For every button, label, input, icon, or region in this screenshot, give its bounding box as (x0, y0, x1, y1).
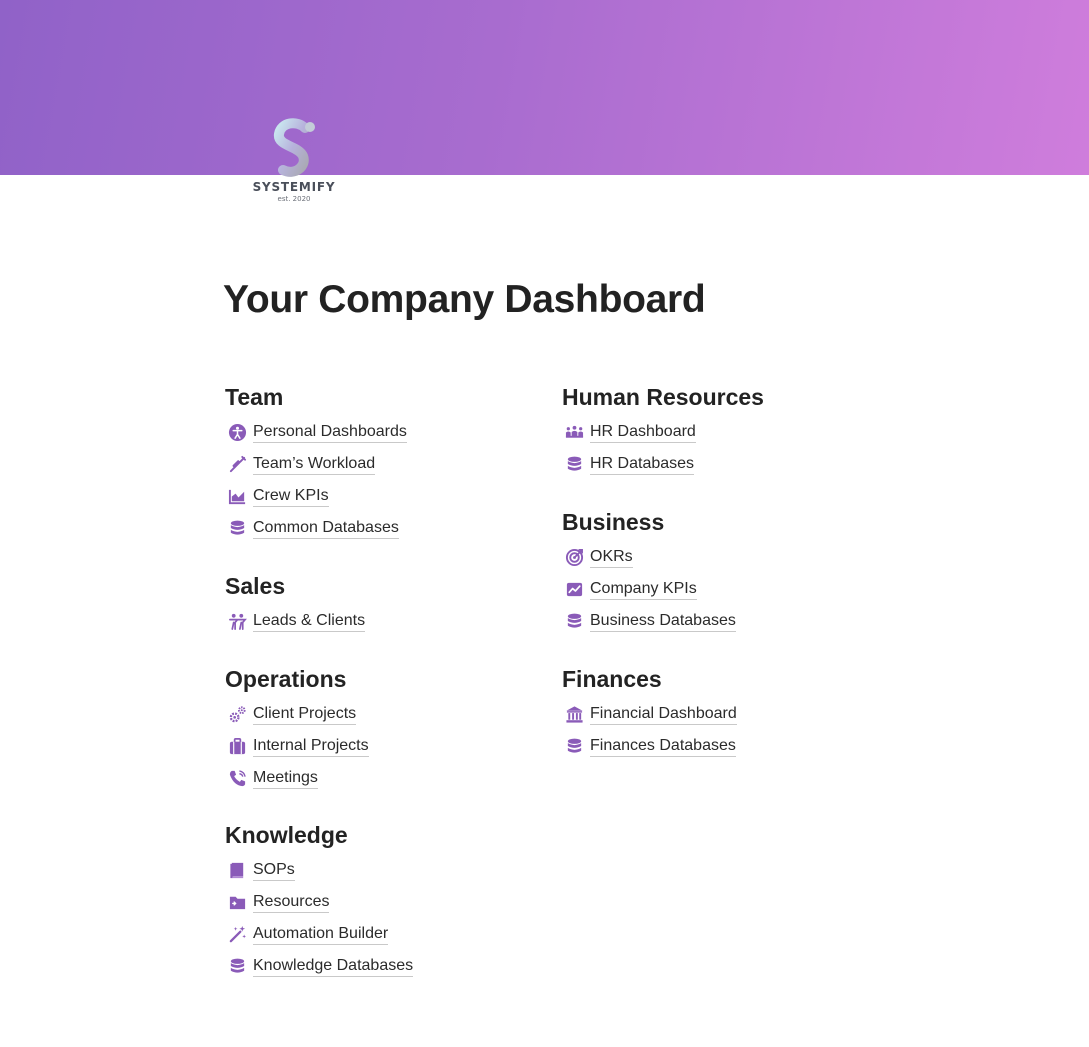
target-icon (562, 545, 586, 569)
brand-name: SYSTEMIFY (252, 180, 336, 194)
business-link-list: OKRs Company KPIs Business Databases (562, 541, 882, 637)
section-title-team: Team (225, 384, 284, 410)
link-company-kpis[interactable]: Company KPIs (562, 573, 882, 605)
syringe-icon (225, 452, 249, 476)
folder-icon (225, 890, 249, 914)
link-label[interactable]: Crew KPIs (253, 486, 329, 507)
section-title-knowledge: Knowledge (225, 822, 348, 848)
link-client-projects[interactable]: Client Projects (225, 698, 545, 730)
link-personal-dashboards[interactable]: Personal Dashboards (225, 416, 545, 448)
link-hr-dashboard[interactable]: HR Dashboard (562, 416, 882, 448)
database-icon (225, 954, 249, 978)
link-business-databases[interactable]: Business Databases (562, 605, 882, 637)
link-label[interactable]: Financial Dashboard (590, 704, 737, 725)
section-human-resources: Human Resources HR Dashboard HR Database… (562, 382, 882, 480)
line-chart-icon (562, 577, 586, 601)
section-title-human-resources: Human Resources (562, 384, 764, 410)
link-label[interactable]: Meetings (253, 768, 318, 789)
bank-icon (562, 702, 586, 726)
link-label[interactable]: HR Databases (590, 454, 695, 475)
link-common-databases[interactable]: Common Databases (225, 512, 545, 544)
link-label[interactable]: Client Projects (253, 704, 357, 725)
link-knowledge-databases[interactable]: Knowledge Databases (225, 950, 545, 982)
database-icon (562, 609, 586, 633)
link-label[interactable]: Business Databases (590, 611, 736, 632)
sales-link-list: Leads & Clients (225, 605, 545, 637)
link-label[interactable]: Leads & Clients (253, 611, 366, 632)
database-icon (562, 734, 586, 758)
section-title-sales: Sales (225, 573, 286, 599)
link-label[interactable]: SOPs (253, 860, 295, 881)
team-link-list: Personal Dashboards Team’s Workload Crew… (225, 416, 545, 544)
cover-banner (0, 0, 1089, 175)
link-label[interactable]: Finances Databases (590, 736, 736, 757)
link-resources[interactable]: Resources (225, 886, 545, 918)
section-sales: Sales Leads & Clients (225, 571, 545, 637)
link-label[interactable]: Knowledge Databases (253, 956, 414, 977)
magic-wand-icon (225, 922, 249, 946)
knowledge-link-list: SOPs Resources Automation Builder Knowle… (225, 854, 545, 982)
section-title-business: Business (562, 509, 665, 535)
section-title-finances: Finances (562, 666, 662, 692)
briefcase-icon (225, 734, 249, 758)
company-logo: SYSTEMIFY est. 2020 (248, 118, 340, 210)
area-chart-icon (225, 484, 249, 508)
link-okrs[interactable]: OKRs (562, 541, 882, 573)
finances-link-list: Financial Dashboard Finances Databases (562, 698, 882, 762)
database-icon (562, 452, 586, 476)
section-title-operations: Operations (225, 666, 347, 692)
section-team: Team Personal Dashboards Team’s Workload… (225, 382, 545, 544)
accessibility-icon (225, 420, 249, 444)
link-label[interactable]: Internal Projects (253, 736, 369, 757)
phone-icon (225, 766, 249, 790)
systemify-logo-mark (274, 118, 315, 177)
link-crew-kpis[interactable]: Crew KPIs (225, 480, 545, 512)
book-icon (225, 858, 249, 882)
link-financial-dashboard[interactable]: Financial Dashboard (562, 698, 882, 730)
link-label[interactable]: HR Dashboard (590, 422, 696, 443)
gears-icon (225, 702, 249, 726)
link-label[interactable]: Personal Dashboards (253, 422, 407, 443)
link-label[interactable]: Resources (253, 892, 330, 913)
hr-link-list: HR Dashboard HR Databases (562, 416, 882, 480)
link-label[interactable]: Company KPIs (590, 579, 697, 600)
link-internal-projects[interactable]: Internal Projects (225, 730, 545, 762)
link-label[interactable]: Automation Builder (253, 924, 389, 945)
section-business: Business OKRs Company KPIs Business Data… (562, 507, 882, 637)
section-knowledge: Knowledge SOPs Resources Automation Buil… (225, 820, 545, 982)
database-icon (225, 516, 249, 540)
link-label[interactable]: Team’s Workload (253, 454, 376, 475)
link-leads-clients[interactable]: Leads & Clients (225, 605, 545, 637)
link-hr-databases[interactable]: HR Databases (562, 448, 882, 480)
section-finances: Finances Financial Dashboard Finances Da… (562, 664, 882, 762)
group-icon (562, 420, 586, 444)
link-sops[interactable]: SOPs (225, 854, 545, 886)
people-icon (225, 609, 249, 633)
section-operations: Operations Client Projects Internal Proj… (225, 664, 545, 794)
operations-link-list: Client Projects Internal Projects Meetin… (225, 698, 545, 794)
link-automation-builder[interactable]: Automation Builder (225, 918, 545, 950)
link-finances-databases[interactable]: Finances Databases (562, 730, 882, 762)
link-teams-workload[interactable]: Team’s Workload (225, 448, 545, 480)
link-label[interactable]: Common Databases (253, 518, 399, 539)
brand-tagline: est. 2020 (277, 195, 311, 203)
link-meetings[interactable]: Meetings (225, 762, 545, 794)
link-label[interactable]: OKRs (590, 547, 633, 568)
page-title: Your Company Dashboard (223, 278, 706, 321)
